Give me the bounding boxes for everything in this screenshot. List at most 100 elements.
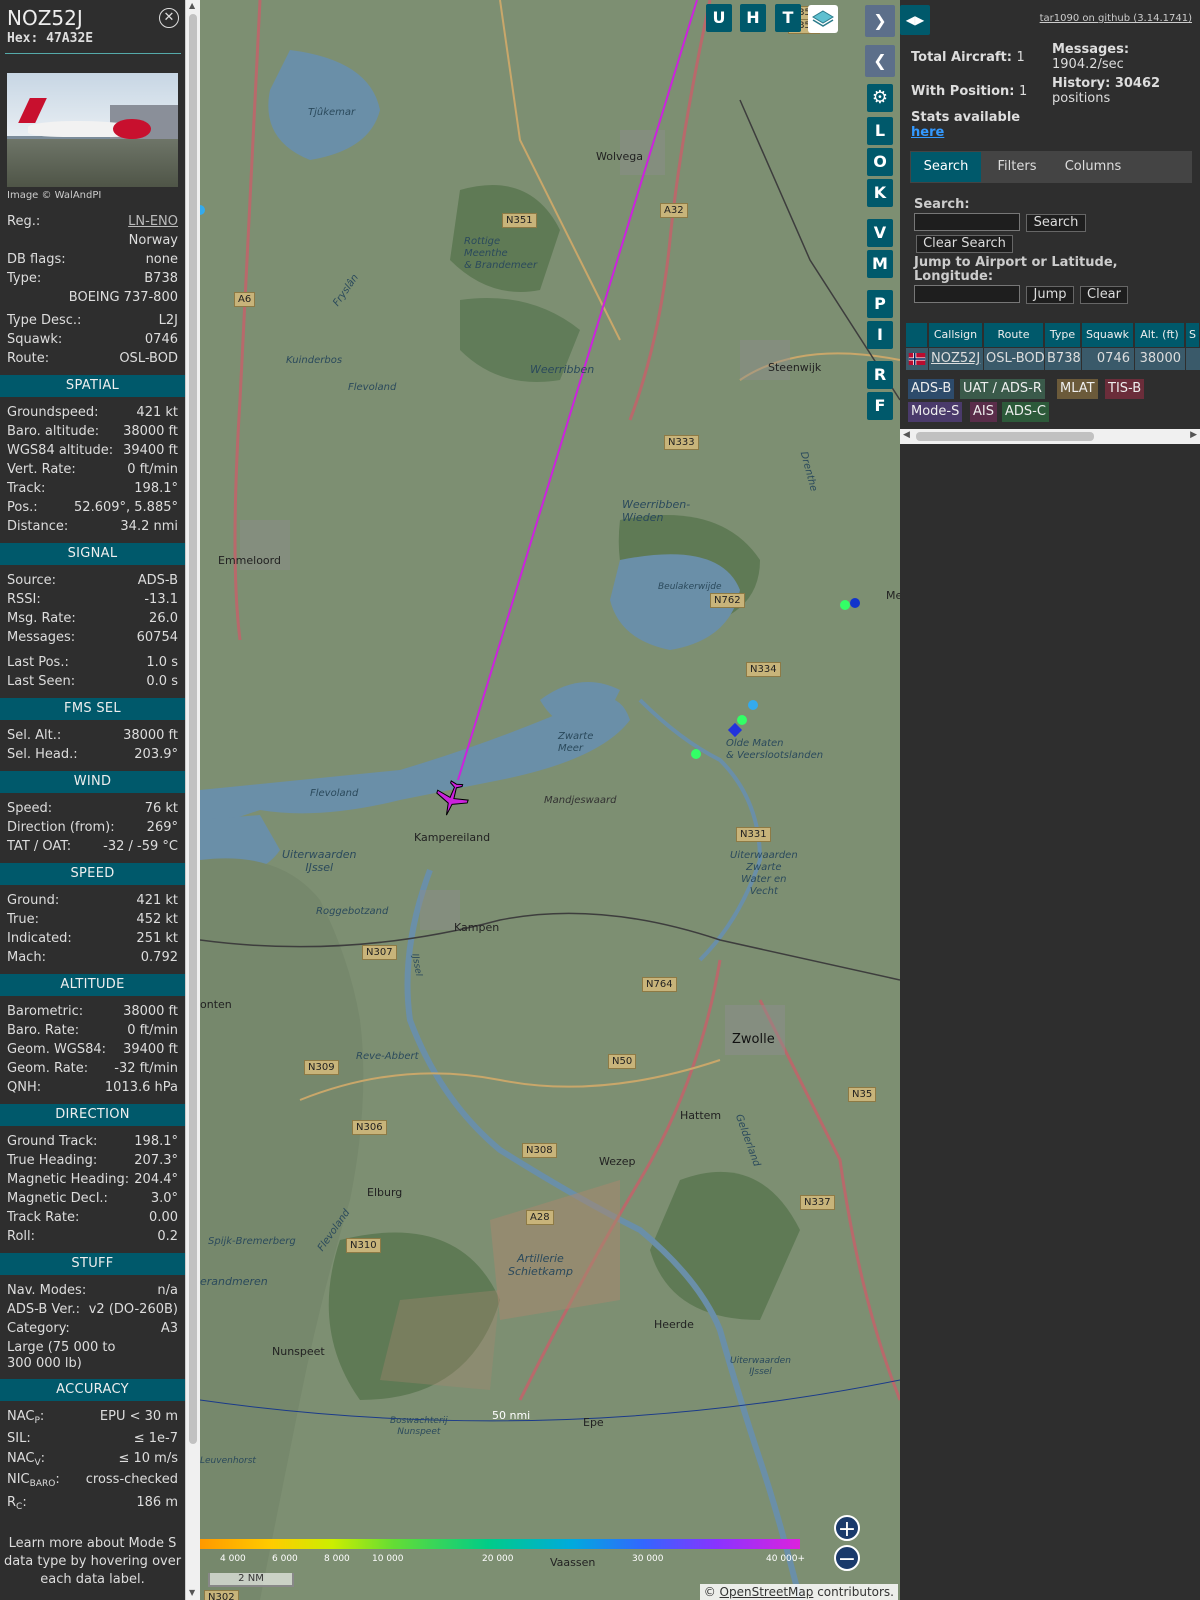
zoom-out-icon[interactable]: − (834, 1545, 860, 1572)
tab-columns[interactable]: Columns (1052, 152, 1134, 182)
info-row: WGS84 altitude: 39400 ft (7, 443, 178, 461)
map-button-o[interactable]: O (867, 148, 893, 176)
close-icon[interactable]: ✕ (159, 8, 179, 28)
map-button-h[interactable]: H (740, 4, 766, 32)
info-label: True: (7, 912, 39, 927)
image-credit: Image © WalAndPI (7, 190, 102, 201)
stats-link[interactable]: here (911, 125, 944, 140)
aircraft-photo[interactable] (7, 73, 178, 187)
map-button-i[interactable]: I (867, 321, 893, 349)
map-button-l[interactable]: L (867, 117, 893, 145)
search-button[interactable]: Search (1026, 214, 1086, 232)
map-view[interactable]: Tjûkemar Wolvega Rottige Meenthe & Brand… (200, 0, 900, 1600)
row-speed (1186, 348, 1200, 370)
info-value: OSL-BOD (119, 351, 178, 366)
norway-flag-icon (906, 348, 928, 370)
map-label: Elburg (367, 1186, 403, 1199)
info-label: Route: (7, 351, 50, 366)
legend-mlat: MLAT (1057, 379, 1098, 399)
map-label: Weerribben- Wieden (622, 498, 691, 524)
toggle-layout-icon[interactable]: ◀▶ (900, 5, 930, 35)
map-button-v[interactable]: V (867, 219, 893, 247)
info-label: Squawk: (7, 332, 63, 347)
info-label: Reg.: (7, 214, 41, 229)
collapse-left-icon[interactable]: ❮ (865, 45, 895, 77)
zoom-in-icon[interactable]: + (834, 1515, 860, 1542)
selected-aircraft-icon[interactable] (432, 778, 472, 818)
table-header-route[interactable]: Route (984, 323, 1044, 347)
info-label: Magnetic Heading: (7, 1172, 130, 1187)
info-label: Sel. Alt.: (7, 728, 62, 743)
search-input[interactable] (914, 213, 1020, 231)
jump-button[interactable]: Jump (1026, 286, 1074, 304)
info-row: Messages: 60754 (7, 630, 178, 648)
jump-label: Jump to Airport or Latitude, Longitude: (914, 255, 1118, 284)
road-shield: N309 (304, 1060, 339, 1075)
info-value: 52.609°, 5.885° (74, 500, 178, 515)
map-label: Mandjeswaard (544, 795, 617, 806)
map-label: Kampen (454, 921, 500, 934)
scroll-left-icon[interactable]: ◀ (903, 430, 910, 440)
map-label: Vaassen (550, 1556, 596, 1569)
info-value: 251 kt (136, 931, 178, 946)
section-header-altitude: ALTITUDE (0, 974, 185, 996)
category-desc: 300 000 lb) (7, 1356, 82, 1371)
altitude-scale-label: 6 000 (272, 1554, 298, 1564)
map-button-r[interactable]: R (867, 361, 893, 389)
layers-icon[interactable] (808, 5, 838, 33)
map-button-f[interactable]: F (867, 392, 893, 420)
map-button-u[interactable]: U (706, 4, 732, 32)
map-label: Tjûkemar (308, 107, 356, 118)
info-label: NICBARO: (7, 1472, 60, 1489)
table-header-altitude[interactable]: Alt. (ft) (1135, 323, 1185, 347)
altitude-scale-label: 10 000 (372, 1554, 404, 1564)
row-squawk: 0746 (1082, 348, 1134, 370)
info-label: Last Seen: (7, 674, 76, 689)
sidebar-scrollbar[interactable]: ▲ ▼ (185, 0, 200, 1600)
info-row: RSSI: -13.1 (7, 592, 178, 610)
map-button-p[interactable]: P (867, 290, 893, 318)
map-button-m[interactable]: M (867, 250, 893, 278)
map-label: Me (886, 589, 900, 602)
table-horizontal-scrollbar[interactable]: ◀ ▶ (900, 429, 1200, 444)
scrollbar-thumb[interactable] (189, 14, 197, 1444)
scroll-down-icon[interactable]: ▼ (189, 1588, 195, 1597)
registration-link[interactable]: LN-ENO (128, 214, 178, 229)
tab-filters[interactable]: Filters (984, 152, 1050, 182)
clear-button[interactable]: Clear (1080, 286, 1128, 304)
info-value: 421 kt (136, 893, 178, 908)
map-label: Emmeloord (218, 554, 281, 567)
info-value: 198.1° (134, 481, 178, 496)
github-link[interactable]: tar1090 on github (3.14.1741) (1040, 13, 1192, 24)
info-row: Track: 198.1° (7, 481, 178, 499)
map-label: Leuvenhorst (200, 1456, 256, 1466)
clear-search-button[interactable]: Clear Search (916, 235, 1013, 253)
info-label: NACP: (7, 1409, 45, 1426)
info-row: Msg. Rate: 26.0 (7, 611, 178, 629)
tab-search[interactable]: Search (911, 152, 981, 182)
row-callsign[interactable]: NOZ52J (929, 348, 983, 370)
info-value: n/a (157, 1283, 178, 1298)
map-label: Zwolle (732, 1032, 775, 1047)
map-button-t[interactable]: T (775, 4, 801, 32)
map-button-k[interactable]: K (867, 179, 893, 207)
jump-input[interactable] (914, 285, 1020, 303)
legend-modes: Mode-S (908, 402, 963, 422)
expand-right-icon[interactable]: ❯ (865, 5, 895, 37)
info-row: Speed: 76 kt (7, 801, 178, 819)
altitude-scale-label: 4 000 (220, 1554, 246, 1564)
info-value: ≤ 1e-7 (133, 1431, 178, 1446)
scroll-right-icon[interactable]: ▶ (1190, 430, 1197, 440)
scrollbar-thumb[interactable] (916, 432, 1094, 441)
table-header-squawk[interactable]: Squawk (1082, 323, 1134, 347)
table-header-speed[interactable]: S (1186, 323, 1200, 347)
info-value: cross-checked (85, 1472, 178, 1487)
info-label: Groundspeed: (7, 405, 99, 420)
table-header-callsign[interactable]: Callsign (929, 323, 983, 347)
table-header-type[interactable]: Type (1045, 323, 1081, 347)
road-shield: A32 (660, 203, 688, 218)
osm-link[interactable]: OpenStreetMap (720, 1585, 814, 1599)
scroll-up-icon[interactable]: ▲ (189, 1, 195, 10)
info-label: Geom. Rate: (7, 1061, 89, 1076)
settings-gear-icon[interactable]: ⚙ (867, 84, 893, 112)
